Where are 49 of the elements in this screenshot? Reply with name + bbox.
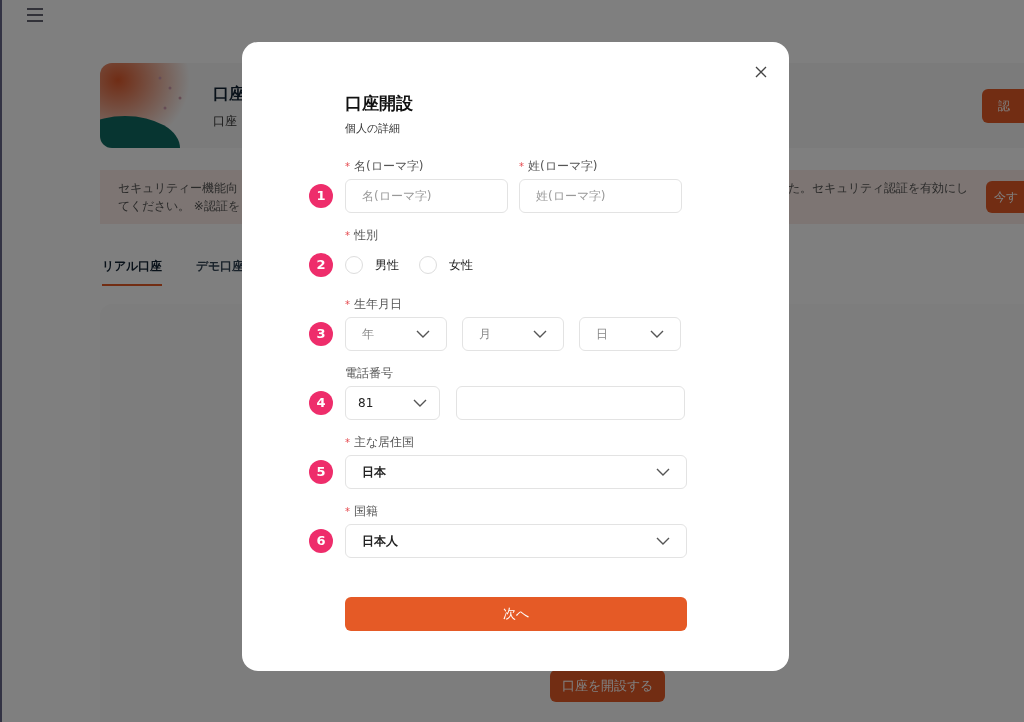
select-field[interactable]: 日本 [345,455,687,489]
notice-text: た。セキュリティ認証を有効にし [788,180,968,197]
field-label: 姓(ローマ字) [528,158,598,175]
field-label: 生年月日 [354,296,402,313]
chevron-down-icon [650,330,664,338]
required-mark: * [345,228,350,243]
field-label: 電話番号 [345,365,393,382]
required-mark: * [519,159,524,174]
step-badge: 3 [309,322,333,346]
step-badge: 4 [309,391,333,415]
select-field[interactable]: 日本人 [345,524,687,558]
notice-text: てください。 ※認証を [118,198,241,215]
step-badge: 6 [309,529,333,553]
field-label: 性別 [354,227,378,244]
text-field[interactable]: 姓(ローマ字) [519,179,682,213]
step-badge: 2 [309,253,333,277]
chevron-down-icon [656,468,670,476]
chevron-down-icon [656,537,670,545]
radio-label: 男性 [375,257,399,274]
radio-label: 女性 [449,257,473,274]
verify-button[interactable]: 認 [982,88,1024,123]
step-badge: 1 [309,184,333,208]
next-button[interactable]: 次へ [345,597,687,631]
text-field[interactable]: 名(ローマ字) [345,179,508,213]
required-mark: * [345,504,350,519]
field-label: 国籍 [354,503,378,520]
close-icon[interactable] [755,66,767,78]
menu-icon[interactable] [26,7,44,23]
open-account-button[interactable]: 口座を開設する [549,670,665,702]
select-field[interactable]: 月 [462,317,564,351]
required-mark: * [345,297,350,312]
chevron-down-icon [533,330,547,338]
chevron-down-icon [416,330,430,338]
account-tab[interactable]: リアル口座 [102,257,162,286]
field-label: 主な居住国 [354,434,414,451]
verify-now-button[interactable]: 今す [986,181,1024,213]
select-field[interactable]: 日 [579,317,681,351]
step-badge: 5 [309,460,333,484]
chevron-down-icon [413,399,427,407]
dialog-subtitle: 個人の詳細 [345,122,401,136]
account-subtitle: 口座 [213,112,238,130]
country-code-select[interactable]: 81 [345,386,440,420]
field-label: 名(ローマ字) [354,158,424,175]
select-field[interactable]: 年 [345,317,447,351]
required-mark: * [345,435,350,450]
dialog-title: 口座開設 [345,92,414,114]
phone-input[interactable] [456,386,685,420]
required-mark: * [345,159,350,174]
notice-text: セキュリティー機能向 [118,180,239,197]
